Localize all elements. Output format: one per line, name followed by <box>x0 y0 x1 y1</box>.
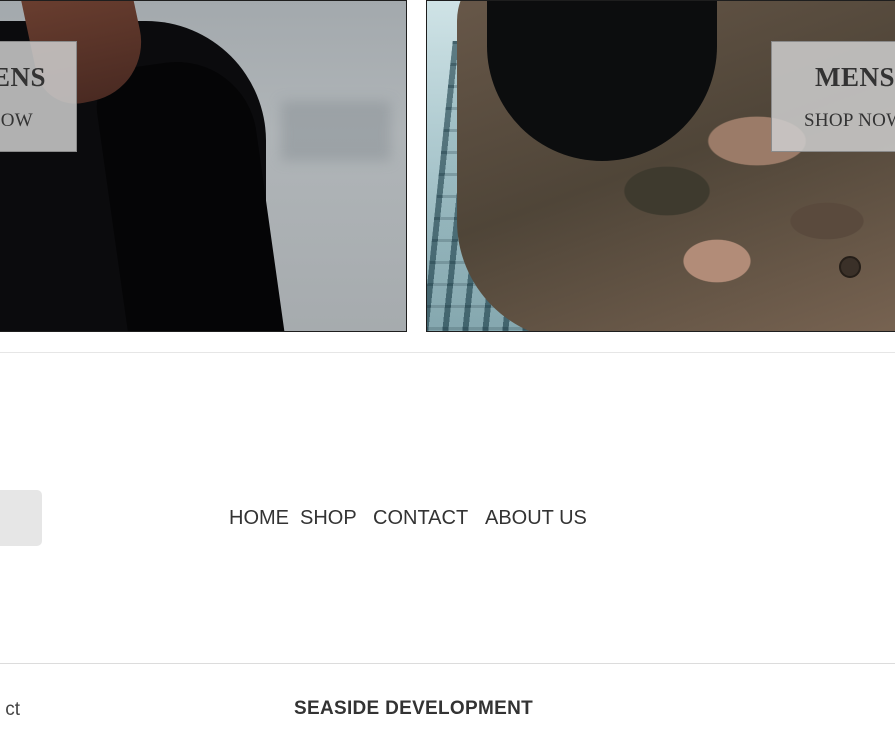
womens-hero-card[interactable]: ENS OW <box>0 0 407 332</box>
wall-shadow <box>281 101 391 161</box>
womens-shop-now-link[interactable]: OW <box>0 110 76 132</box>
womens-label-box: ENS OW <box>0 41 77 152</box>
mens-title: MENS <box>815 62 895 92</box>
nav-contact[interactable]: CONTACT <box>373 507 468 530</box>
footer-divider <box>0 663 895 664</box>
section-divider <box>0 352 895 353</box>
footer-brand: SEASIDE DEVELOPMENT <box>294 698 534 719</box>
footer-contact-link[interactable]: ct <box>0 699 20 721</box>
nav-about-us[interactable]: ABOUT US <box>485 507 587 530</box>
jacket-button <box>839 256 861 278</box>
search-input[interactable] <box>0 490 42 546</box>
mens-label-box: MENS SHOP NOW <box>771 41 895 152</box>
mens-hero-card[interactable]: MENS SHOP NOW <box>426 0 895 332</box>
womens-title: ENS <box>0 62 46 92</box>
nav-home[interactable]: HOME <box>229 507 289 530</box>
nav-shop[interactable]: SHOP <box>300 507 357 530</box>
mens-shop-now-link[interactable]: SHOP NOW <box>772 110 895 132</box>
